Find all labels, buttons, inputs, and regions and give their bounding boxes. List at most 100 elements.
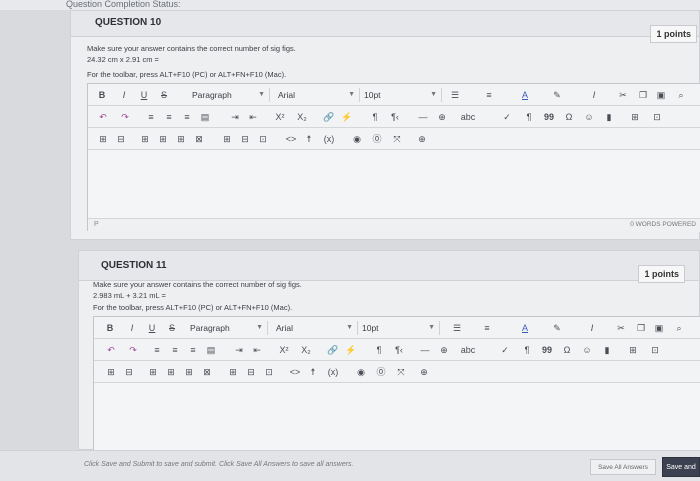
add-icon[interactable]: ⊕: [414, 132, 430, 146]
table-icon[interactable]: ⊞: [628, 110, 642, 124]
expand-icon[interactable]: ⤧: [390, 132, 404, 146]
underline-button[interactable]: U: [138, 88, 150, 102]
insert-content-icon[interactable]: ⊕: [434, 110, 450, 124]
pilcrow-icon[interactable]: ¶: [522, 110, 536, 124]
preview-icon[interactable]: ◉: [350, 132, 364, 146]
justify-icon[interactable]: ▤: [198, 110, 212, 124]
align-center-icon[interactable]: ≡: [168, 343, 182, 357]
col-after-icon[interactable]: ⊠: [192, 132, 206, 146]
code-button[interactable]: <>: [284, 132, 298, 146]
horizontal-line-icon[interactable]: —: [416, 110, 430, 124]
outdent-icon[interactable]: ⇤: [250, 343, 264, 357]
outdent-icon[interactable]: ⇤: [246, 110, 260, 124]
media-icon[interactable]: ▮: [602, 110, 616, 124]
special-char-button[interactable]: Ω: [560, 343, 574, 357]
math-icon[interactable]: (x): [326, 365, 340, 379]
add-icon[interactable]: ⊕: [416, 365, 432, 379]
undo-icon[interactable]: ↶: [96, 110, 110, 124]
pilcrow-icon[interactable]: ¶: [520, 343, 534, 357]
search-icon[interactable]: ⌕: [674, 88, 688, 102]
checkmark-icon[interactable]: ✓: [498, 343, 512, 357]
delete-table-icon[interactable]: ⊡: [262, 365, 276, 379]
math-icon[interactable]: (x): [322, 132, 336, 146]
insert-content-icon[interactable]: ⊕: [436, 343, 452, 357]
indent-icon[interactable]: ⇥: [228, 110, 242, 124]
row-before-icon[interactable]: ⊞: [138, 132, 152, 146]
link-icon[interactable]: 🔗: [322, 110, 336, 124]
help-icon[interactable]: ⓪: [374, 365, 388, 379]
paste-icon[interactable]: ▣: [654, 88, 668, 102]
question-11-answer-area[interactable]: [94, 383, 700, 452]
preview-icon[interactable]: ◉: [354, 365, 368, 379]
align-left-icon[interactable]: ≡: [144, 110, 158, 124]
row-after-icon[interactable]: ⊞: [156, 132, 170, 146]
font-select[interactable]: Arial ▼: [274, 88, 360, 102]
paragraph-mark-button[interactable]: ¶: [372, 343, 386, 357]
paragraph-select[interactable]: Paragraph ▼: [188, 88, 270, 102]
strikethrough-button[interactable]: S: [158, 88, 170, 102]
font-size-select[interactable]: 10pt ▼: [360, 88, 442, 102]
subscript-button[interactable]: X₂: [298, 343, 314, 357]
split-cells-icon[interactable]: ⊟: [244, 365, 258, 379]
italic-button[interactable]: I: [126, 321, 138, 335]
align-right-icon[interactable]: ≡: [180, 110, 194, 124]
emoji-icon[interactable]: ☺: [580, 343, 594, 357]
row-before-icon[interactable]: ⊞: [146, 365, 160, 379]
table-icon[interactable]: ⊞: [626, 343, 640, 357]
copy-icon[interactable]: ❐: [634, 321, 648, 335]
clear-formatting-button[interactable]: I: [588, 88, 600, 102]
expand-icon[interactable]: ⤧: [394, 365, 408, 379]
fullscreen-icon[interactable]: ⊡: [650, 110, 664, 124]
row-after-icon[interactable]: ⊞: [164, 365, 178, 379]
quote-button[interactable]: 99: [542, 110, 556, 124]
bold-button[interactable]: B: [96, 88, 108, 102]
link-icon[interactable]: 🔗: [326, 343, 340, 357]
bullet-list-icon[interactable]: ☰: [448, 321, 466, 335]
delete-table-icon[interactable]: ⊡: [256, 132, 270, 146]
search-icon[interactable]: ⌕: [672, 321, 686, 335]
merge-cells-icon[interactable]: ⊞: [226, 365, 240, 379]
rtl-paragraph-icon[interactable]: ¶‹: [388, 110, 402, 124]
strikethrough-button[interactable]: S: [166, 321, 178, 335]
copy-icon[interactable]: ❐: [636, 88, 650, 102]
font-size-select[interactable]: 10pt ▼: [358, 321, 440, 335]
justify-icon[interactable]: ▤: [204, 343, 218, 357]
table-insert-icon[interactable]: ⊞: [96, 132, 110, 146]
undo-icon[interactable]: ↶: [104, 343, 118, 357]
italic-button[interactable]: I: [118, 88, 130, 102]
highlight-icon[interactable]: ✎: [550, 321, 564, 335]
spellcheck-icon[interactable]: abc: [460, 110, 476, 124]
table-props-icon[interactable]: ⊟: [114, 132, 128, 146]
emoji-icon[interactable]: ☺: [582, 110, 596, 124]
table-props-icon[interactable]: ⊟: [122, 365, 136, 379]
bold-button[interactable]: B: [104, 321, 116, 335]
unlink-icon[interactable]: ⚡: [340, 110, 354, 124]
rtl-paragraph-icon[interactable]: ¶‹: [392, 343, 406, 357]
accessibility-icon[interactable]: ☨: [302, 132, 316, 146]
paste-icon[interactable]: ▣: [652, 321, 666, 335]
align-center-icon[interactable]: ≡: [162, 110, 176, 124]
redo-icon[interactable]: ↷: [126, 343, 140, 357]
col-before-icon[interactable]: ⊞: [174, 132, 188, 146]
clear-formatting-button[interactable]: I: [586, 321, 598, 335]
col-before-icon[interactable]: ⊞: [182, 365, 196, 379]
redo-icon[interactable]: ↷: [118, 110, 132, 124]
quote-button[interactable]: 99: [540, 343, 554, 357]
numbered-list-icon[interactable]: ≡: [478, 321, 496, 335]
special-char-button[interactable]: Ω: [562, 110, 576, 124]
cut-icon[interactable]: ✂: [614, 321, 628, 335]
spellcheck-icon[interactable]: abc: [460, 343, 476, 357]
merge-cells-icon[interactable]: ⊞: [220, 132, 234, 146]
fullscreen-icon[interactable]: ⊡: [648, 343, 662, 357]
numbered-list-icon[interactable]: ≡: [480, 88, 498, 102]
split-cells-icon[interactable]: ⊟: [238, 132, 252, 146]
superscript-button[interactable]: X²: [276, 343, 292, 357]
col-after-icon[interactable]: ⊠: [200, 365, 214, 379]
save-all-answers-button[interactable]: Save All Answers: [590, 459, 656, 475]
font-select[interactable]: Arial ▼: [272, 321, 358, 335]
code-button[interactable]: <>: [288, 365, 302, 379]
paragraph-mark-button[interactable]: ¶: [368, 110, 382, 124]
paragraph-select[interactable]: Paragraph ▼: [186, 321, 268, 335]
table-insert-icon[interactable]: ⊞: [104, 365, 118, 379]
unlink-icon[interactable]: ⚡: [344, 343, 358, 357]
